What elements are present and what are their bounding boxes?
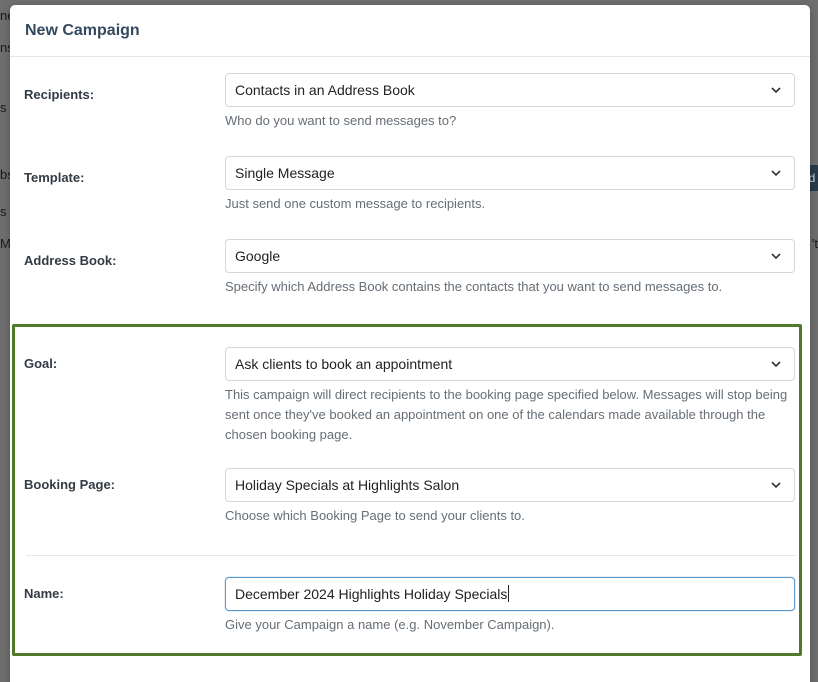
address-book-select-value: Google — [235, 248, 281, 264]
address-book-select[interactable]: Google — [225, 239, 795, 273]
modal-header: New Campaign — [10, 5, 810, 57]
chevron-down-icon — [771, 253, 781, 260]
background-fragment: s — [0, 204, 7, 219]
recipients-select[interactable]: Contacts in an Address Book — [225, 73, 795, 107]
template-help: Just send one custom message to recipien… — [225, 196, 486, 211]
recipients-label: Recipients: — [24, 87, 95, 102]
recipients-select-value: Contacts in an Address Book — [235, 82, 415, 98]
template-label: Template: — [24, 170, 85, 185]
template-select[interactable]: Single Message — [225, 156, 795, 190]
new-campaign-modal: New Campaign Recipients: Contacts in an … — [10, 5, 810, 682]
chevron-down-icon — [771, 87, 781, 94]
recipients-help: Who do you want to send messages to? — [225, 113, 457, 128]
background-fragment: 't — [811, 236, 818, 251]
background-fragment: s — [0, 100, 7, 115]
address-book-help: Specify which Address Book contains the … — [225, 279, 723, 294]
highlight-box — [12, 324, 802, 656]
chevron-down-icon — [771, 170, 781, 177]
modal-title: New Campaign — [25, 21, 140, 39]
address-book-label: Address Book: — [24, 253, 117, 268]
template-select-value: Single Message — [235, 165, 335, 181]
